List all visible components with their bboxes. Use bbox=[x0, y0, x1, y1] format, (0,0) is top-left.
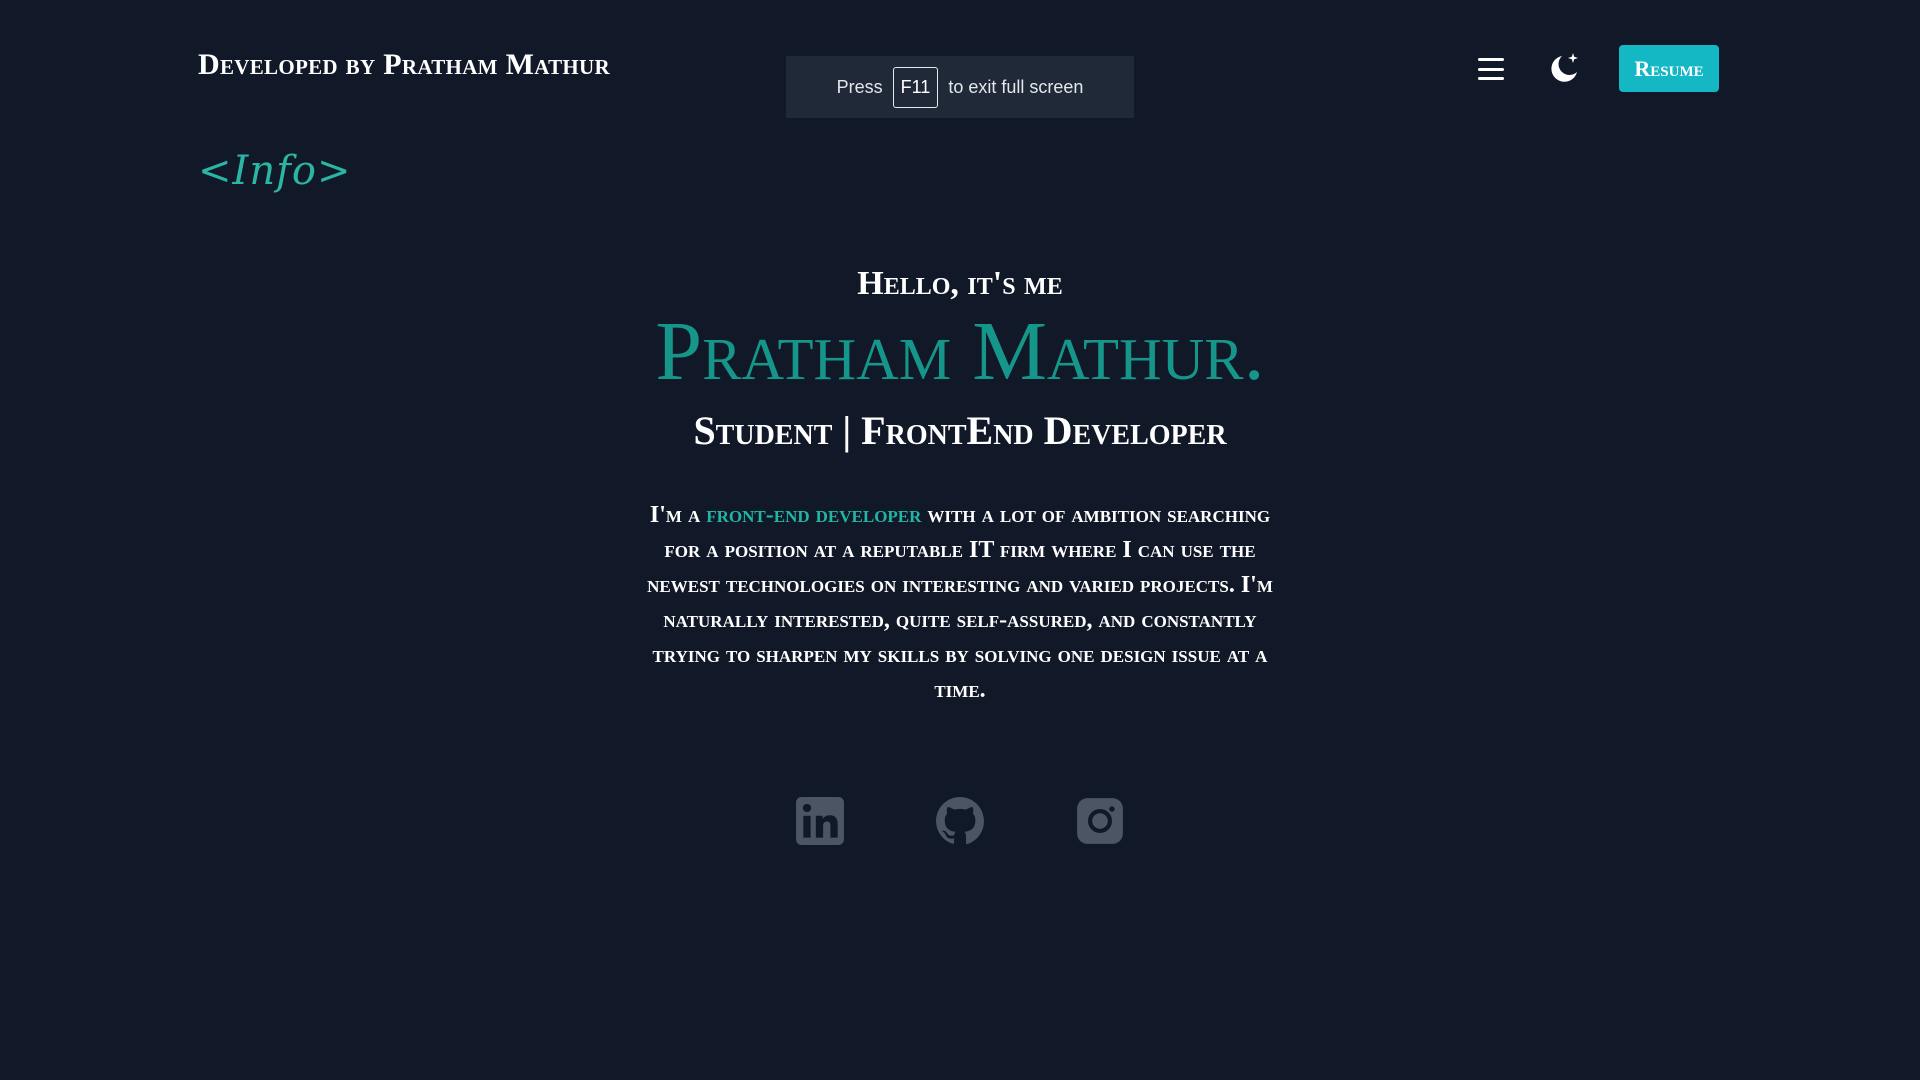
bio-rest: with a lot of ambition searching for a p… bbox=[647, 502, 1273, 703]
hamburger-menu-icon[interactable] bbox=[1478, 58, 1504, 80]
fullscreen-toast: Press F11 to exit full screen bbox=[786, 56, 1134, 118]
bio-highlight: front-end developer bbox=[706, 502, 922, 528]
linkedin-icon[interactable] bbox=[795, 796, 845, 846]
hero-greeting: Hello, it's me bbox=[857, 265, 1063, 302]
page: Developed by Pratham Mathur Press F11 to… bbox=[0, 0, 1920, 1080]
toast-key: F11 bbox=[892, 66, 939, 108]
social-links bbox=[0, 796, 1920, 846]
bio-prefix: I'm a bbox=[649, 502, 701, 528]
menu-bar bbox=[1478, 77, 1504, 80]
github-icon[interactable] bbox=[935, 796, 985, 846]
hero-section: Hello, it's me Pratham Mathur. Student |… bbox=[560, 262, 1360, 708]
hero-name: Pratham Mathur. bbox=[655, 305, 1265, 398]
site-brand[interactable]: Developed by Pratham Mathur bbox=[198, 48, 610, 82]
menu-bar bbox=[1478, 67, 1504, 71]
resume-button[interactable]: Resume bbox=[1619, 45, 1719, 92]
hero-bio: I'm a front-end developer with a lot of … bbox=[630, 498, 1290, 708]
hero-role: Student | FrontEnd Developer bbox=[693, 408, 1227, 453]
instagram-icon[interactable] bbox=[1075, 796, 1125, 846]
toast-text-before: Press bbox=[836, 76, 883, 97]
menu-bar bbox=[1478, 58, 1504, 61]
toast-text-after: to exit full screen bbox=[948, 76, 1084, 97]
theme-toggle-moon-icon[interactable] bbox=[1546, 50, 1582, 86]
section-tag-info: <Info> bbox=[198, 148, 352, 194]
